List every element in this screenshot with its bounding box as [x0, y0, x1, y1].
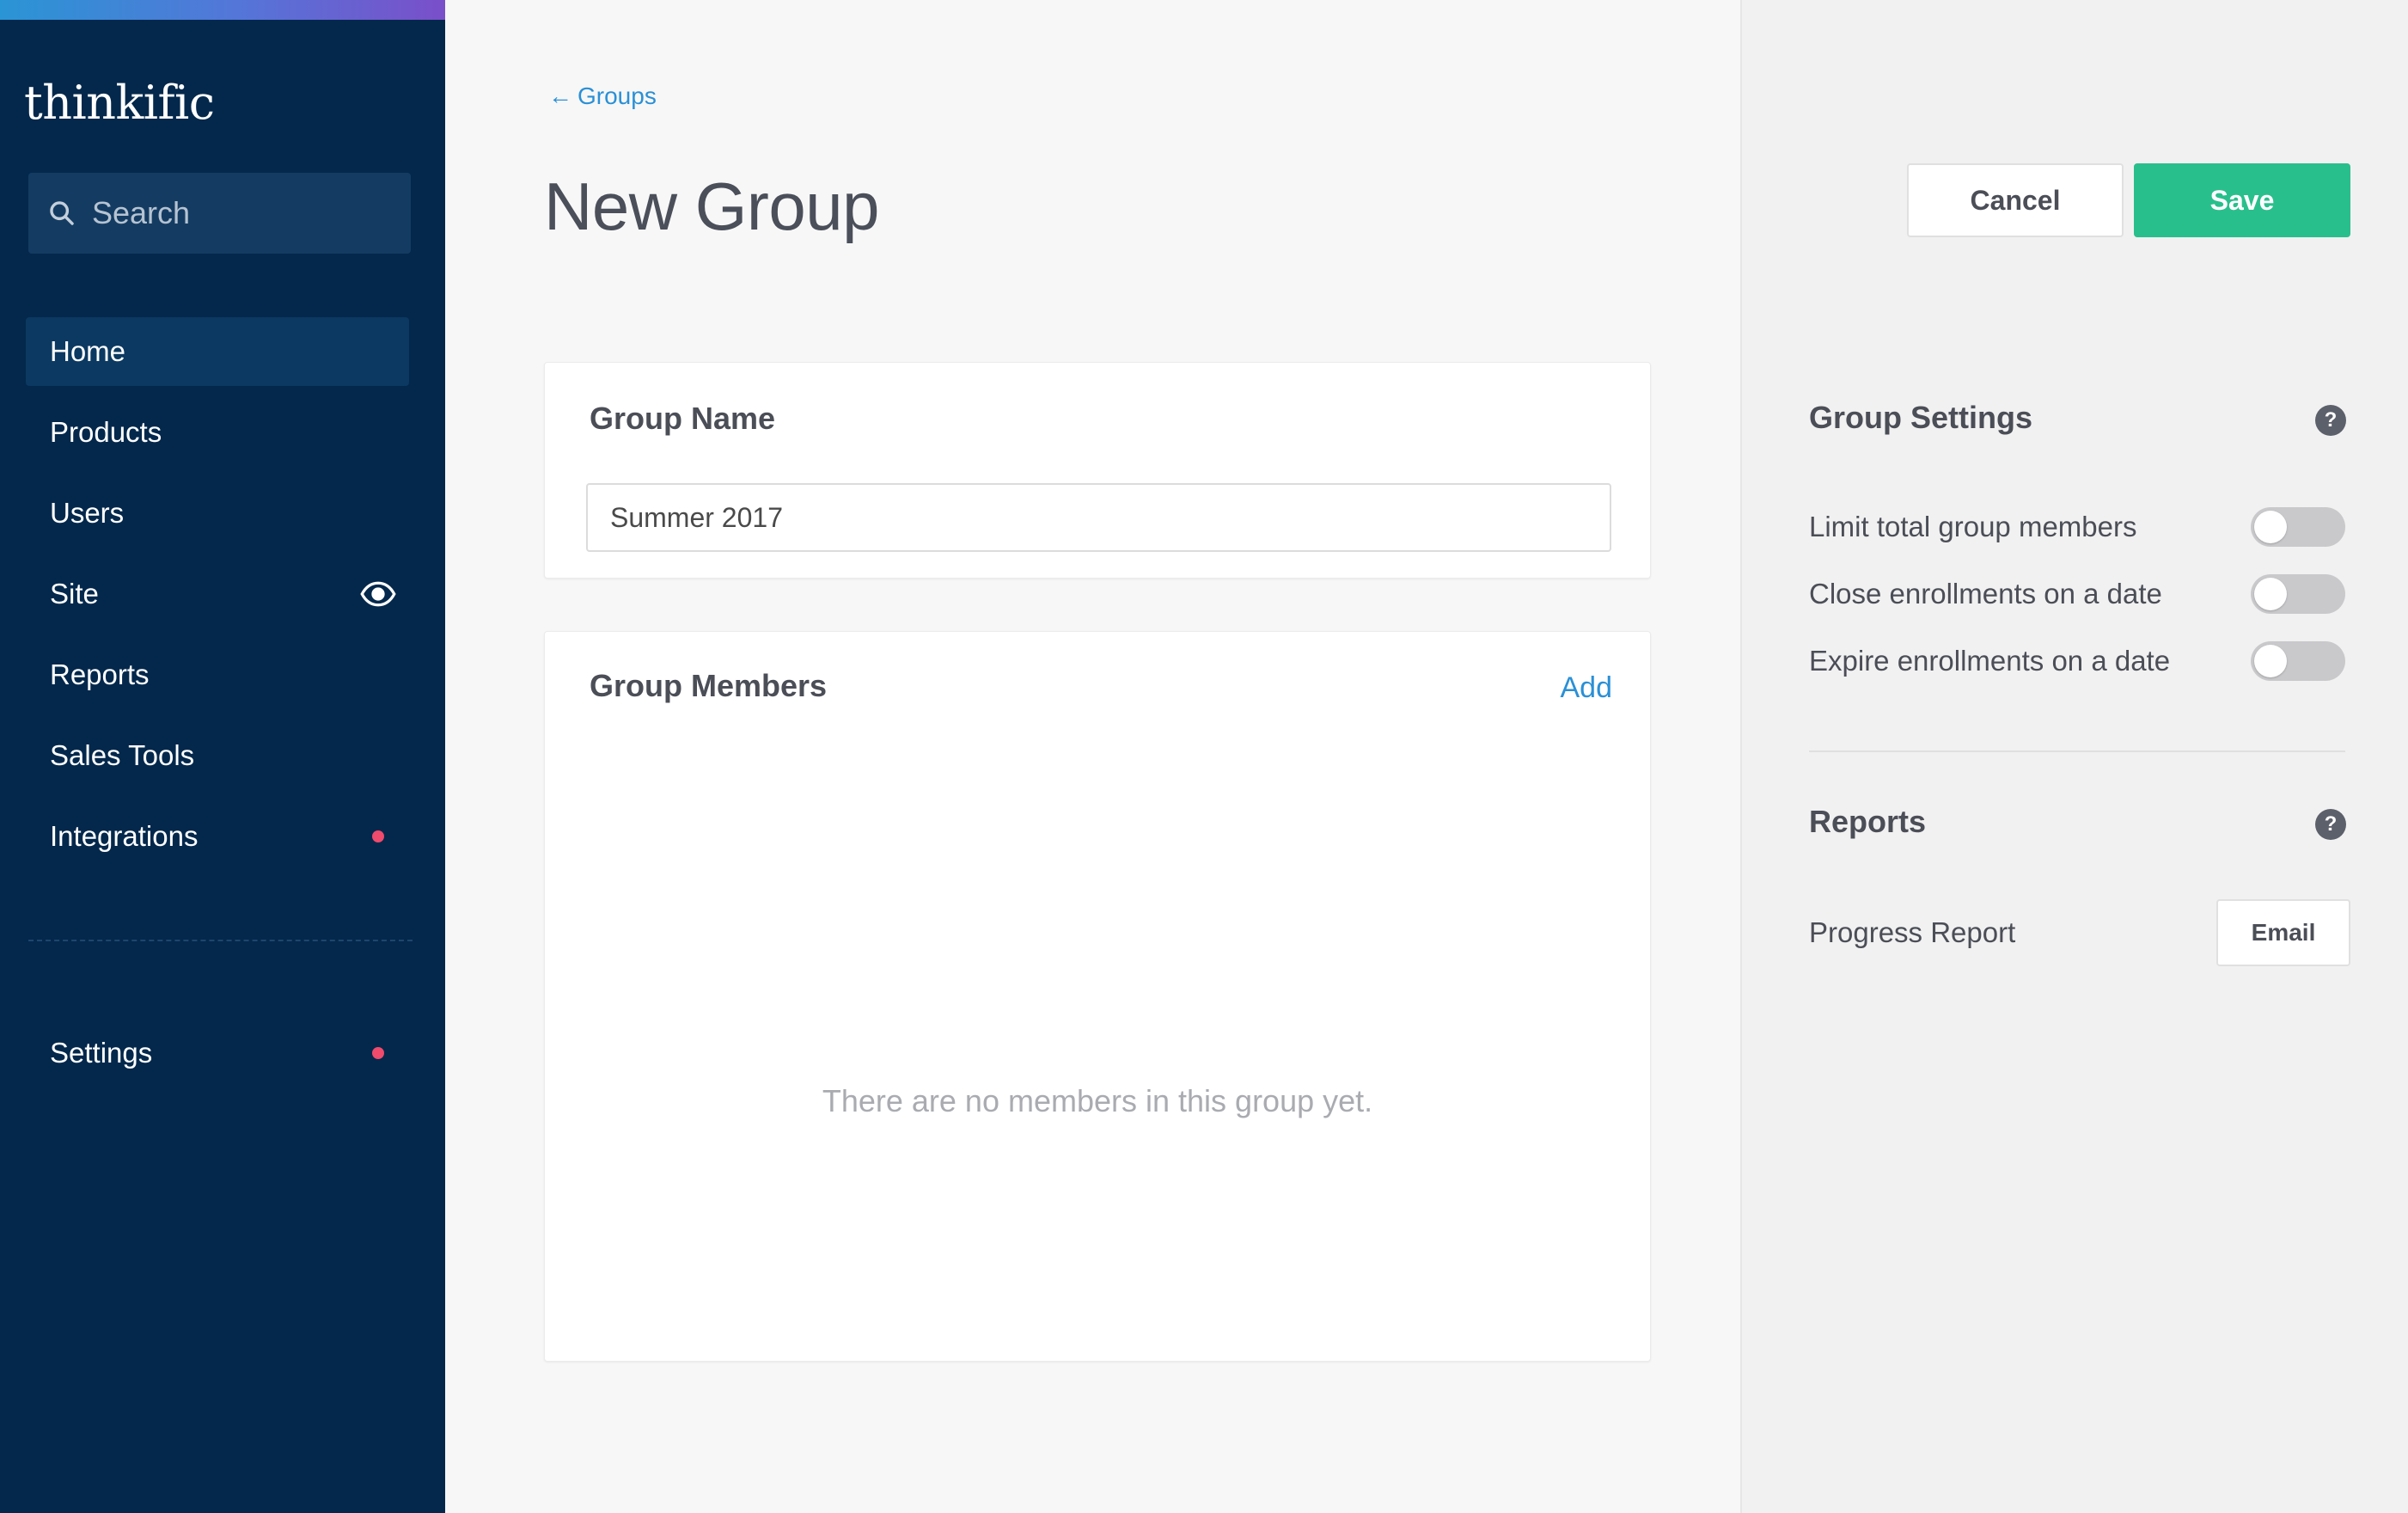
- search-icon: [50, 201, 74, 225]
- toggle-knob: [2254, 511, 2287, 543]
- toggle-knob: [2254, 578, 2287, 610]
- eye-icon[interactable]: [359, 575, 397, 613]
- settings-panel: Cancel Save Group Settings ? Limit total…: [1740, 0, 2408, 1513]
- search-input[interactable]: Search: [28, 173, 411, 254]
- breadcrumb-back-link[interactable]: ← Groups: [548, 83, 657, 110]
- search-placeholder: Search: [92, 195, 191, 230]
- setting-limit-members: Limit total group members: [1809, 505, 2345, 548]
- back-arrow-icon: ←: [548, 83, 572, 109]
- progress-report-row: Progress Report Email: [1809, 899, 2350, 966]
- group-members-card: Group Members Add There are no members i…: [544, 631, 1651, 1362]
- app-root: thinkific Search Home Products Users Sit…: [0, 0, 2408, 1513]
- thinkific-logo[interactable]: thinkific: [24, 76, 215, 130]
- sidebar-item-reports[interactable]: Reports: [26, 640, 409, 709]
- sidebar-item-label: Users: [50, 497, 125, 529]
- group-settings-heading: Group Settings: [1809, 400, 2032, 435]
- gradient-top-bar: [0, 0, 445, 20]
- toggle-knob: [2254, 645, 2287, 677]
- sidebar-item-settings[interactable]: Settings: [26, 1019, 409, 1087]
- sidebar-item-home[interactable]: Home: [26, 317, 409, 386]
- sidebar: thinkific Search Home Products Users Sit…: [0, 0, 445, 1513]
- limit-members-toggle[interactable]: [2251, 507, 2345, 547]
- group-name-card: Group Name: [544, 362, 1651, 579]
- page-title: New Group: [544, 168, 880, 244]
- help-icon[interactable]: ?: [2315, 405, 2346, 436]
- setting-label: Expire enrollments on a date: [1809, 645, 2171, 677]
- notification-dot: [372, 1047, 384, 1059]
- sidebar-item-users[interactable]: Users: [26, 479, 409, 548]
- save-button[interactable]: Save: [2134, 163, 2350, 237]
- sidebar-item-label: Reports: [50, 658, 150, 690]
- empty-members-message: There are no members in this group yet.: [822, 1083, 1373, 1118]
- sidebar-item-label: Home: [50, 335, 126, 367]
- sidebar-item-sales-tools[interactable]: Sales Tools: [26, 721, 409, 790]
- close-enrollments-toggle[interactable]: [2251, 574, 2345, 614]
- sidebar-divider: [28, 940, 413, 941]
- sidebar-item-label: Site: [50, 578, 99, 609]
- cancel-button[interactable]: Cancel: [1907, 163, 2124, 237]
- expire-enrollments-toggle[interactable]: [2251, 641, 2345, 681]
- email-button[interactable]: Email: [2216, 899, 2350, 966]
- sidebar-item-label: Integrations: [50, 820, 199, 852]
- sidebar-item-label: Products: [50, 416, 162, 448]
- progress-report-label: Progress Report: [1809, 916, 2016, 948]
- setting-close-enrollments: Close enrollments on a date: [1809, 573, 2345, 616]
- add-member-link[interactable]: Add: [1561, 671, 1613, 705]
- group-name-input[interactable]: [586, 483, 1611, 552]
- sidebar-item-site[interactable]: Site: [26, 560, 409, 628]
- setting-expire-enrollments: Expire enrollments on a date: [1809, 640, 2345, 683]
- sidebar-item-integrations[interactable]: Integrations: [26, 802, 409, 871]
- main-content: ← Groups New Group Group Name Group Memb…: [445, 0, 1740, 1513]
- setting-label: Limit total group members: [1809, 511, 2137, 542]
- setting-label: Close enrollments on a date: [1809, 578, 2162, 609]
- panel-divider: [1809, 750, 2345, 752]
- group-members-heading: Group Members: [590, 668, 828, 703]
- sidebar-item-label: Sales Tools: [50, 739, 195, 771]
- help-icon[interactable]: ?: [2315, 809, 2346, 840]
- breadcrumb-label: Groups: [578, 83, 657, 109]
- reports-heading: Reports: [1809, 804, 1927, 839]
- sidebar-item-label: Settings: [50, 1037, 153, 1069]
- sidebar-item-products[interactable]: Products: [26, 398, 409, 467]
- notification-dot: [372, 830, 384, 842]
- group-name-heading: Group Name: [590, 401, 776, 436]
